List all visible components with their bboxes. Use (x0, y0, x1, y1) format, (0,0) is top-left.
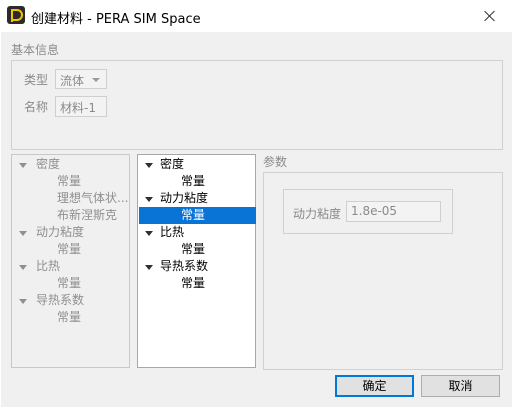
expand-arrow-icon[interactable] (145, 231, 153, 236)
expand-arrow-icon[interactable] (19, 265, 27, 270)
ok-button[interactable]: 确定 (335, 375, 414, 397)
close-icon[interactable] (467, 0, 513, 32)
tree-item-constant[interactable]: 常量 (181, 173, 205, 190)
window-title: 创建材料 - PERA SIM Space (31, 12, 201, 27)
selected-properties-tree[interactable]: 密度 常量 动力粘度 常量 比热 常量 导热系数 常量 (137, 154, 256, 368)
viscosity-input[interactable]: 1.8e-05 (346, 201, 441, 222)
tree-item-constant[interactable]: 常量 (181, 275, 205, 292)
name-label: 名称 (24, 100, 49, 114)
tree-item-constant[interactable]: 常量 (57, 309, 81, 326)
cancel-button[interactable]: 取消 (421, 375, 500, 397)
type-select-value: 流体 (60, 74, 85, 88)
tree-item-density[interactable]: 密度 (36, 156, 60, 173)
tree-item-constant-selected[interactable]: 常量 (139, 207, 256, 224)
tree-item-constant[interactable]: 常量 (57, 241, 81, 258)
expand-arrow-icon[interactable] (145, 163, 153, 168)
app-logo-icon (7, 6, 25, 24)
tree-item-viscosity[interactable]: 动力粘度 (36, 224, 84, 241)
tree-item-specific-heat[interactable]: 比热 (36, 258, 60, 275)
tree-item-constant[interactable]: 常量 (57, 275, 81, 292)
available-properties-tree[interactable]: 密度 常量 理想气体状... 布新涅斯克 动力粘度 常量 比热 常量 导热系数 … (11, 154, 130, 368)
tree-item-density[interactable]: 密度 (160, 156, 184, 173)
tree-item-constant[interactable]: 常量 (57, 173, 81, 190)
basic-info-group: 类型 流体 名称 材料-1 (11, 60, 503, 150)
expand-arrow-icon[interactable] (145, 265, 153, 270)
expand-arrow-icon[interactable] (19, 299, 27, 304)
viscosity-label: 动力粘度 (293, 207, 342, 221)
expand-arrow-icon[interactable] (19, 231, 27, 236)
tree-item-constant[interactable]: 常量 (181, 241, 205, 258)
tree-item-ideal-gas[interactable]: 理想气体状... (57, 190, 128, 207)
type-label: 类型 (24, 73, 49, 87)
basic-info-heading: 基本信息 (11, 43, 60, 57)
chevron-down-icon (92, 78, 100, 82)
expand-arrow-icon[interactable] (19, 163, 27, 168)
type-select[interactable]: 流体 (55, 69, 107, 89)
tree-item-specific-heat[interactable]: 比热 (160, 224, 184, 241)
viscosity-param-box: 动力粘度 1.8e-05 (283, 189, 453, 234)
tree-item-boussinesq[interactable]: 布新涅斯克 (57, 207, 117, 224)
tree-item-viscosity[interactable]: 动力粘度 (160, 190, 208, 207)
expand-arrow-icon[interactable] (145, 197, 153, 202)
tree-item-thermal-conductivity[interactable]: 导热系数 (160, 258, 208, 275)
title-bar: 创建材料 - PERA SIM Space (0, 0, 513, 32)
params-group: 动力粘度 1.8e-05 (263, 172, 503, 370)
dialog-body: 基本信息 类型 流体 名称 材料-1 密度 常量 理想气体状... 布新涅斯克 … (1, 32, 512, 407)
name-input[interactable]: 材料-1 (55, 96, 107, 117)
tree-item-thermal-conductivity[interactable]: 导热系数 (36, 292, 84, 309)
params-heading: 参数 (263, 155, 288, 169)
